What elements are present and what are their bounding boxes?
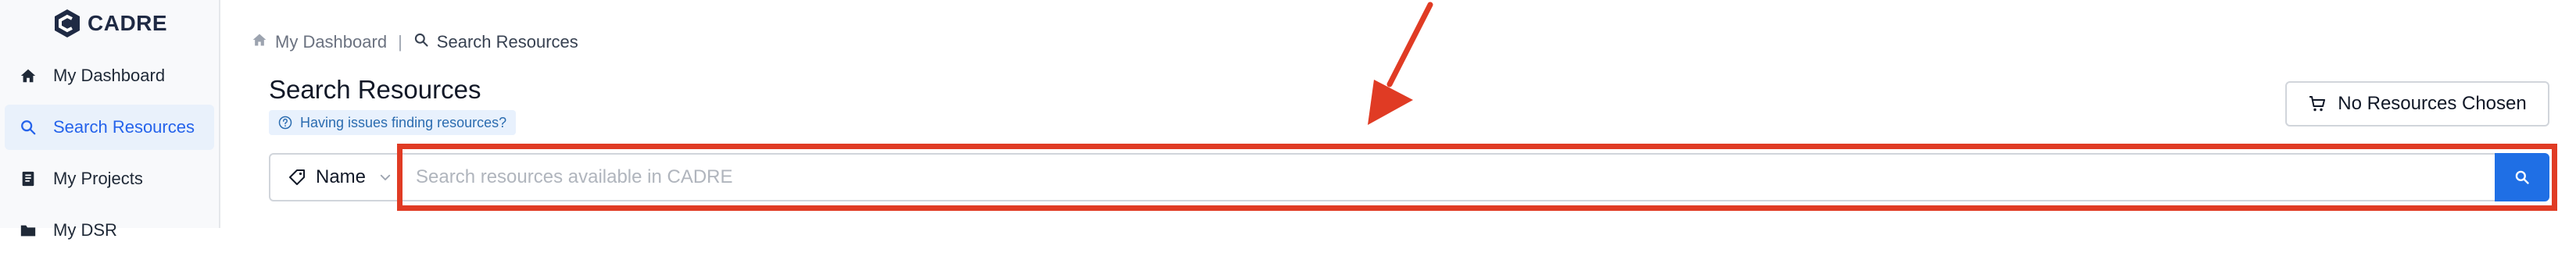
help-link[interactable]: Having issues finding resources? xyxy=(269,110,517,135)
search-icon xyxy=(19,118,38,137)
logo-text: CADRE xyxy=(88,11,168,35)
search-button[interactable] xyxy=(2495,153,2549,201)
cart-icon xyxy=(2308,94,2327,113)
chevron-down-icon xyxy=(378,170,392,184)
app-logo[interactable]: CADRE xyxy=(52,6,167,41)
breadcrumb-separator: | xyxy=(398,32,402,52)
search-icon xyxy=(413,32,429,52)
search-field-select[interactable]: Name xyxy=(269,153,402,201)
sidebar-item-label: Search Resources xyxy=(53,117,195,137)
search-input[interactable] xyxy=(400,153,2496,201)
sidebar-item-my-projects[interactable]: My Projects xyxy=(5,156,214,201)
folder-icon xyxy=(19,221,38,240)
question-circle-icon xyxy=(278,116,292,130)
home-icon xyxy=(252,32,267,52)
sidebar-item-my-dashboard[interactable]: My Dashboard xyxy=(5,53,214,98)
cadre-logo-icon xyxy=(55,9,80,37)
cart-button-label: No Resources Chosen xyxy=(2338,93,2527,114)
tag-icon xyxy=(288,168,306,187)
sidebar-item-label: My DSR xyxy=(53,220,117,240)
breadcrumb: My Dashboard | Search Resources xyxy=(252,31,578,53)
sidebar-item-search-resources[interactable]: Search Resources xyxy=(5,105,214,150)
home-icon xyxy=(19,66,38,85)
annotation-arrow-icon xyxy=(1368,2,1433,125)
search-icon xyxy=(2514,169,2530,185)
book-icon xyxy=(19,169,38,188)
sidebar-item-my-dsr[interactable]: My DSR xyxy=(5,208,214,253)
page-title: Search Resources xyxy=(269,75,481,104)
breadcrumb-home-link[interactable]: My Dashboard xyxy=(275,32,387,52)
search-field-label: Name xyxy=(316,166,367,187)
breadcrumb-current: Search Resources xyxy=(436,32,578,52)
cart-button[interactable]: No Resources Chosen xyxy=(2285,81,2549,126)
sidebar-item-label: My Dashboard xyxy=(53,66,166,85)
sidebar-item-label: My Projects xyxy=(53,169,143,188)
sidebar: CADRE My Dashboard Search Resources My P… xyxy=(0,0,220,240)
help-link-label: Having issues finding resources? xyxy=(300,114,507,130)
